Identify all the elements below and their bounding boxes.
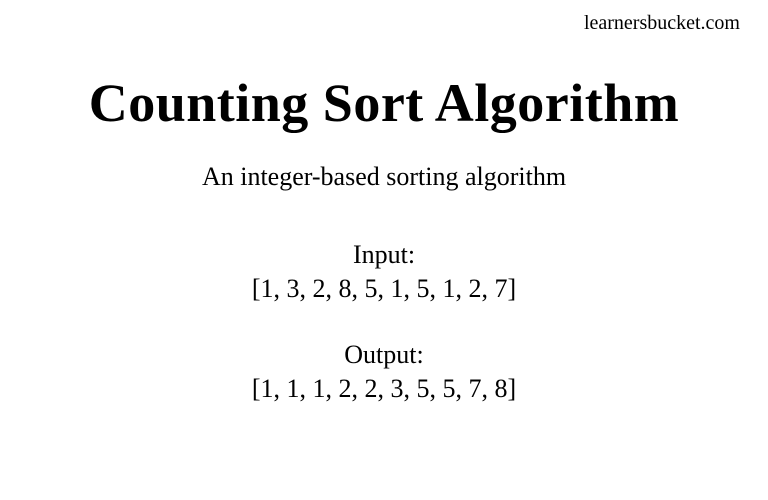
input-value: [1, 3, 2, 8, 5, 1, 5, 1, 2, 7] xyxy=(0,274,768,304)
output-value: [1, 1, 1, 2, 2, 3, 5, 5, 7, 8] xyxy=(0,374,768,404)
input-block: Input: [1, 3, 2, 8, 5, 1, 5, 1, 2, 7] xyxy=(0,240,768,304)
output-label: Output: xyxy=(0,340,768,370)
page-title: Counting Sort Algorithm xyxy=(0,72,768,134)
main-content: Counting Sort Algorithm An integer-based… xyxy=(0,0,768,404)
input-label: Input: xyxy=(0,240,768,270)
brand-label: learnersbucket.com xyxy=(584,12,740,35)
output-block: Output: [1, 1, 1, 2, 2, 3, 5, 5, 7, 8] xyxy=(0,340,768,404)
page-subtitle: An integer-based sorting algorithm xyxy=(0,162,768,192)
